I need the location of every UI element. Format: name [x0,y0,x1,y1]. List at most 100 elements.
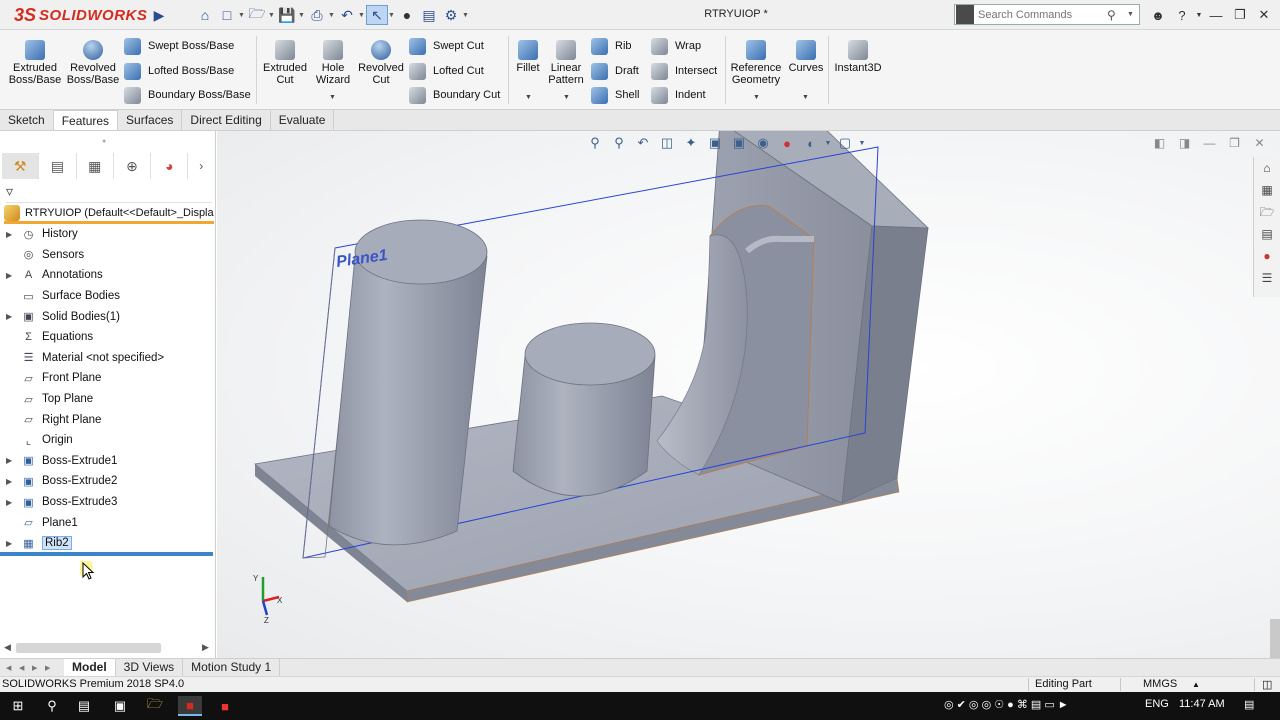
expand-arrow-icon[interactable]: ▶ [0,271,14,280]
tab-features[interactable]: Features [53,110,119,130]
short-cylinder[interactable] [512,322,656,497]
rollback-bar[interactable] [0,552,213,556]
tree-root-part[interactable]: RTRYUIOP (Default<<Default>_Displa [4,204,214,224]
tab-sketch[interactable]: Sketch [0,110,54,130]
tree-item-front-plane[interactable]: ▱ Front Plane [0,368,214,389]
indent-button[interactable]: Indent [651,84,706,106]
intersect-button[interactable]: Intersect [651,60,717,82]
language-indicator[interactable]: ENG [1145,698,1169,710]
draft-button[interactable]: Draft [591,60,639,82]
boundary-boss-button[interactable]: Boundary Boss/Base [124,84,251,106]
fillet-button[interactable]: Fillet [512,40,544,74]
tree-item-history[interactable]: ▶ ◷ History [0,224,214,245]
apply-scene-icon[interactable]: ◐ [799,136,823,151]
expand-arrow-icon[interactable]: ▶ [0,477,14,486]
view-settings-icon[interactable]: ▢ [833,135,857,151]
tree-item-surface-bodies[interactable]: ▭ Surface Bodies [0,286,214,307]
minimize-icon[interactable]: — [1197,136,1222,150]
revolved-boss-button[interactable]: Revolved Boss/Base [66,40,120,86]
chevron-down-icon[interactable]: ▼ [298,12,306,19]
expand-menu-icon[interactable]: ▶ [148,5,170,25]
tree-item-right-plane[interactable]: ▱ Right Plane [0,409,214,430]
restore-icon[interactable]: ❐ [1222,136,1247,150]
chevron-down-icon[interactable]: ▼ [358,12,366,19]
file-explorer-icon[interactable]: 🗁 [143,696,167,716]
search-icon[interactable]: ⚲ [40,696,64,716]
view-palette-icon[interactable]: ▤ [1254,223,1280,245]
rib-button[interactable]: Rib [591,35,632,57]
previous-view-icon[interactable]: ↶ [631,135,655,151]
extruded-boss-button[interactable]: Extruded Boss/Base [8,40,62,86]
zoom-to-area-icon[interactable]: ⚲ [607,135,631,151]
hole-wizard-button[interactable]: Hole Wizard [312,40,354,86]
design-library-icon[interactable]: ▦ [1254,179,1280,201]
close-icon[interactable]: ✕ [1252,7,1276,23]
select-cursor-icon[interactable]: ↖ [366,5,388,25]
next-tab-icon[interactable]: ▶ [32,664,45,672]
chevron-down-icon[interactable]: ▼ [857,140,867,147]
minimize-icon[interactable]: — [1204,8,1228,23]
chevron-down-icon[interactable]: ▼ [525,94,532,101]
hide-show-items-icon[interactable]: ◉ [751,135,775,151]
scroll-thumb[interactable] [16,643,161,653]
search-commands-box[interactable]: ⚲ ▼ [954,4,1140,25]
tree-item-boss-extrude1[interactable]: ▶ ▣ Boss-Extrude1 [0,451,214,472]
extruded-cut-button[interactable]: Extruded Cut [260,40,310,86]
section-view-icon[interactable]: ◫ [655,135,679,151]
tree-filter[interactable]: ▿ [6,181,212,203]
chevron-down-icon[interactable]: ▼ [328,12,336,19]
property-manager-tab-icon[interactable]: ▤ [39,153,77,179]
linear-pattern-button[interactable]: Linear Pattern [546,40,586,86]
shell-button[interactable]: Shell [591,84,639,106]
instant3d-button[interactable]: Instant3D [832,40,884,74]
scroll-right-icon[interactable]: ▶ [202,642,209,653]
tree-item-solid-bodies[interactable]: ▶ ▣ Solid Bodies(1) [0,306,214,327]
tab-direct-editing[interactable]: Direct Editing [182,110,271,130]
chevron-down-icon[interactable]: ▼ [1127,11,1139,18]
tab-motion-study-1[interactable]: Motion Study 1 [183,659,281,676]
undo-icon[interactable]: ↶ [336,5,358,25]
zoom-to-fit-icon[interactable]: ⚲ [583,135,607,151]
tab-surfaces[interactable]: Surfaces [118,110,183,130]
vertical-scrollbar[interactable] [1270,619,1280,658]
user-icon[interactable]: ☻ [1146,8,1170,23]
chevron-down-icon[interactable]: ▼ [268,12,276,19]
feature-manager-tab-icon[interactable]: ⚒ [2,153,40,179]
swept-boss-button[interactable]: Swept Boss/Base [124,35,234,57]
dynamic-annotation-icon[interactable]: ✦ [679,135,703,151]
tile-right-icon[interactable]: ◨ [1172,136,1197,150]
expand-arrow-icon[interactable]: ▶ [0,456,14,465]
tree-item-annotations[interactable]: ▶ A Annotations [0,265,214,286]
appearances-icon[interactable]: ● [1254,245,1280,267]
restore-icon[interactable]: ❐ [1228,7,1252,23]
file-properties-icon[interactable]: ▤ [418,5,440,25]
part-model[interactable]: Plane1 Y X Z [217,131,1280,658]
tray-icons[interactable]: ◎ ✔ ◎ ◎ ☉ ● ⌘ ▤ ▭ ► [944,698,1069,711]
expand-arrow-icon[interactable]: ▶ [0,312,14,321]
filter-icon[interactable]: ▿ [6,183,13,200]
view-orientation-icon[interactable]: ▣ [703,135,727,151]
print-icon[interactable]: ⎙ [306,5,328,25]
chevron-down-icon[interactable]: ▼ [1194,12,1204,19]
system-clock[interactable]: 11:47 AM [1179,698,1225,710]
help-icon[interactable]: ? [1170,8,1194,23]
panel-grip-icon[interactable]: ● [102,138,106,145]
reference-geometry-button[interactable]: Reference Geometry [728,40,784,86]
tree-item-origin[interactable]: ⌞ Origin [0,430,214,451]
store-icon[interactable]: ▣ [108,696,132,716]
configuration-manager-tab-icon[interactable]: ▦ [77,153,114,179]
chevron-down-icon[interactable]: ▼ [462,12,470,19]
chevron-down-icon[interactable]: ▼ [563,94,570,101]
file-explorer-icon[interactable]: 🗁 [1254,201,1280,223]
notifications-icon[interactable]: ▤ [1244,698,1254,711]
tree-item-plane1[interactable]: ▱ Plane1 [0,512,214,533]
swept-cut-button[interactable]: Swept Cut [409,35,484,57]
windows-start-icon[interactable]: ⊞ [6,696,30,716]
recorder-taskbar-icon[interactable]: ■ [213,696,237,716]
quick-tips-icon[interactable]: ◫ [1262,678,1272,691]
chevron-down-icon[interactable]: ▼ [823,140,833,147]
chevron-up-icon[interactable]: ▲ [1192,680,1200,689]
solidworks-resources-icon[interactable]: ⌂ [1254,157,1280,179]
lofted-boss-button[interactable]: Lofted Boss/Base [124,60,234,82]
save-icon[interactable]: 💾 [276,5,298,25]
